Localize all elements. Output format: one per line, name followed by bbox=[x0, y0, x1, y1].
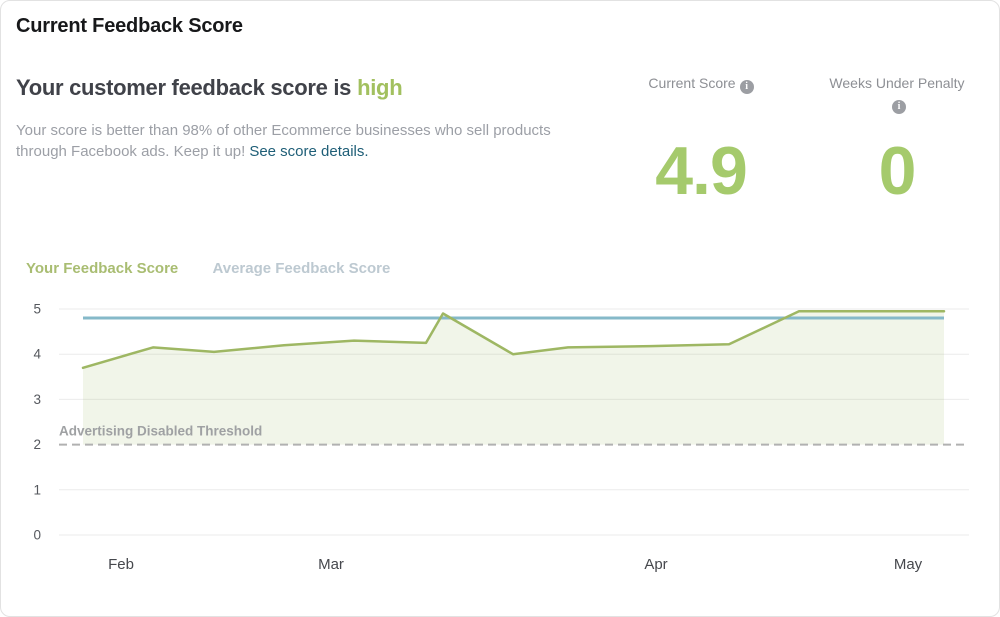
see-score-details-link[interactable]: See score details. bbox=[249, 143, 368, 160]
line-chart: 5 4 3 2 1 0 Advertising Disabled Threshold Feb M… bbox=[33, 302, 969, 573]
info-icon[interactable]: i bbox=[892, 100, 906, 114]
feedback-score-chart: 5 4 3 2 1 0 Advertising Disabled Threshold Feb M… bbox=[1, 289, 999, 609]
feedback-score-card: Current Feedback Score Your customer fee… bbox=[0, 0, 1000, 617]
y-axis-tick-label: 4 bbox=[33, 347, 41, 362]
description-line-1: Your score is better than 98% of other E… bbox=[16, 122, 551, 139]
score-status-value: high bbox=[357, 75, 403, 100]
info-icon[interactable]: i bbox=[739, 80, 754, 94]
x-axis-tick-label: Apr bbox=[644, 556, 667, 573]
page-title: Current Feedback Score bbox=[16, 15, 243, 37]
x-axis-tick-label: Feb bbox=[108, 556, 134, 573]
legend-average-feedback-score[interactable]: Average Feedback Score bbox=[212, 260, 390, 277]
y-axis-tick-label: 1 bbox=[33, 482, 41, 497]
y-axis-tick-label: 0 bbox=[33, 528, 41, 543]
score-description: Your score is better than 98% of other E… bbox=[16, 120, 616, 162]
x-axis-tick-label: Mar bbox=[318, 556, 344, 573]
x-axis-tick-label: May bbox=[894, 556, 923, 573]
weeks-under-penalty-label: Weeks Under Penalty bbox=[829, 75, 965, 91]
current-score-label-row: Current Score i bbox=[596, 75, 806, 94]
current-score-stat: Current Score i 4.9 bbox=[596, 75, 806, 205]
weeks-under-penalty-icon-row: i bbox=[792, 95, 999, 114]
score-status-heading: Your customer feedback score is high bbox=[16, 75, 403, 101]
chart-legend: Your Feedback Score Average Feedback Sco… bbox=[26, 260, 390, 277]
current-score-value: 4.9 bbox=[655, 133, 748, 209]
weeks-under-penalty-stat: Weeks Under Penalty i 0 bbox=[792, 75, 999, 205]
legend-your-feedback-score[interactable]: Your Feedback Score bbox=[26, 260, 178, 277]
y-axis-tick-label: 2 bbox=[33, 437, 41, 452]
score-status-prefix: Your customer feedback score is bbox=[16, 75, 352, 100]
current-score-label: Current Score bbox=[648, 75, 736, 91]
y-axis-tick-label: 3 bbox=[33, 392, 41, 407]
description-line-2: through Facebook ads. Keep it up! bbox=[16, 143, 246, 160]
weeks-under-penalty-value: 0 bbox=[878, 133, 917, 209]
threshold-label: Advertising Disabled Threshold bbox=[59, 424, 262, 439]
y-axis-tick-label: 5 bbox=[33, 302, 41, 317]
